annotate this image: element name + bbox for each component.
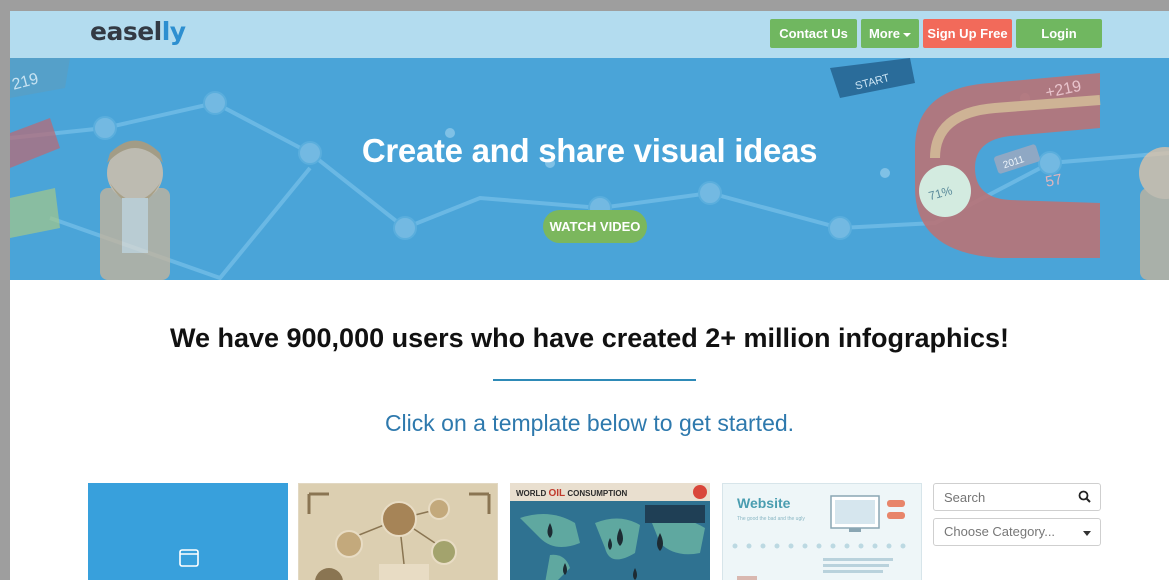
template-mindmap-tile[interactable] <box>298 483 498 580</box>
oil-title-world: WORLD <box>516 489 548 498</box>
contact-us-button[interactable]: Contact Us <box>770 19 857 48</box>
svg-text:WORLD OIL CONSUMPTION: WORLD OIL CONSUMPTION <box>516 488 628 499</box>
oil-title-oil: OIL <box>548 488 565 499</box>
hero-decor-57: 57 <box>1044 171 1064 191</box>
easelly-logo[interactable]: easelly <box>90 17 186 46</box>
logo-text: easel <box>90 17 162 46</box>
template-prompt-text: Click on a template below to get started… <box>384 410 795 436</box>
chevron-down-icon <box>1083 531 1091 536</box>
browser-viewport: easelly Contact Us More Sign Up Free Log… <box>10 11 1169 580</box>
template-oil-consumption-tile[interactable]: WORLD OIL CONSUMPTION <box>510 483 710 580</box>
watch-video-button[interactable]: WATCH VIDEO <box>543 210 647 243</box>
search-icon[interactable] <box>1078 490 1092 504</box>
blank-canvas-icon <box>179 549 199 567</box>
hero-title: Create and share visual ideas <box>361 132 818 169</box>
logo-accent-text: ly <box>161 17 186 46</box>
more-label: More <box>868 26 901 41</box>
oil-title-consumption: CONSUMPTION <box>565 489 627 498</box>
login-button[interactable]: Login <box>1016 19 1102 48</box>
template-website-tile[interactable]: Website The good the bad and the ugly <box>722 483 922 580</box>
caret-down-icon <box>903 32 912 37</box>
category-select[interactable]: Choose Category... <box>933 518 1101 546</box>
users-headline: We have 900,000 users who have created 2… <box>169 323 1010 353</box>
search-input[interactable] <box>934 484 1084 510</box>
sign-up-free-button[interactable]: Sign Up Free <box>923 19 1012 48</box>
category-select-value: Choose Category... <box>944 524 1056 539</box>
hero-banner: 219 START 71% 2011 +219 57 Create and sh… <box>10 58 1169 280</box>
website-template-title: Website <box>737 495 791 511</box>
section-divider <box>493 379 696 381</box>
mindmap-template-thumbnail <box>299 484 497 580</box>
template-search <box>933 483 1101 511</box>
more-dropdown-button[interactable]: More <box>861 19 919 48</box>
website-template-thumbnail: Website The good the bad and the ugly <box>723 484 921 580</box>
top-navbar: easelly Contact Us More Sign Up Free Log… <box>10 11 1169 58</box>
website-template-subtitle: The good the bad and the ugly <box>737 516 805 522</box>
oil-consumption-template-thumbnail: WORLD OIL CONSUMPTION <box>510 483 710 580</box>
blank-template-tile[interactable] <box>88 483 288 580</box>
